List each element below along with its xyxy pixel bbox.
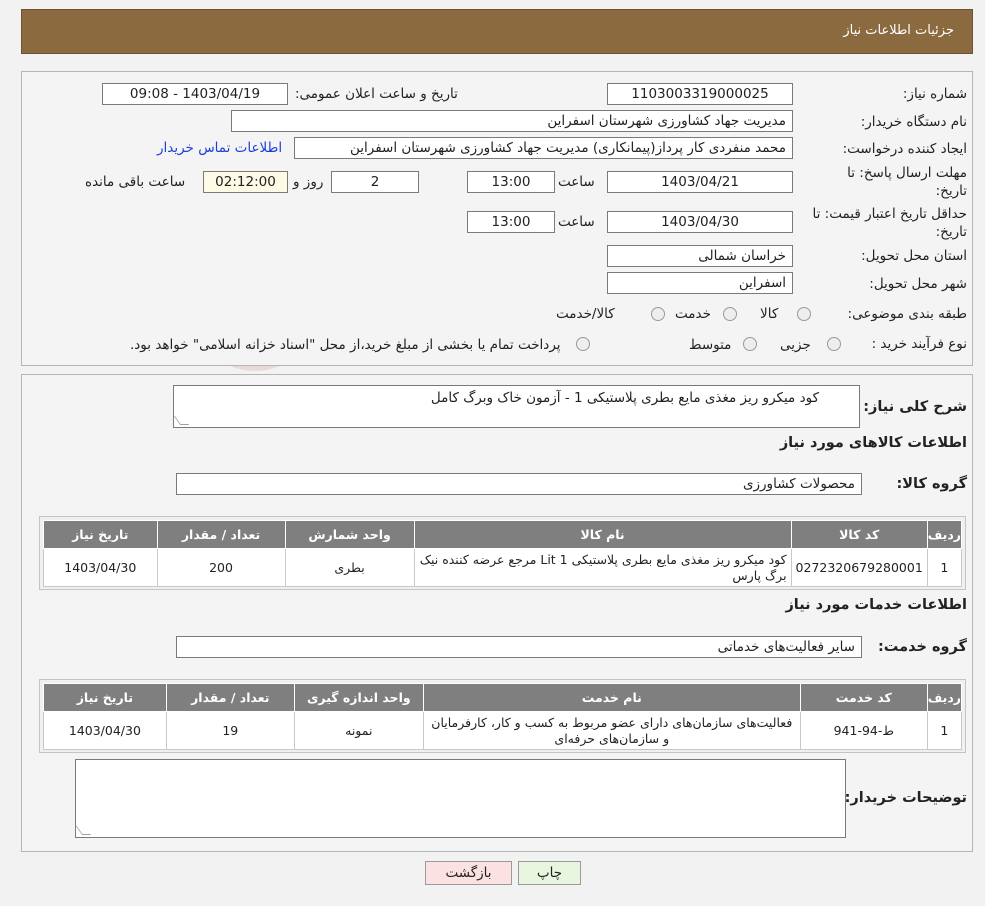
remaining-time-field: 02:12:00	[203, 171, 288, 193]
category-radio-goods-service[interactable]	[651, 307, 665, 321]
goods-cell-unit: بطری	[284, 548, 415, 587]
deadline-time-label: ساعت	[558, 174, 595, 190]
buyer-notes-label: توضیحات خریدار:	[844, 790, 967, 806]
resize-grip-icon[interactable]	[173, 416, 190, 425]
services-col-date: تاریخ نیاز	[43, 683, 167, 712]
creator-label: ایجاد کننده درخواست:	[842, 141, 967, 157]
deadline-label-date: تاریخ:	[935, 183, 967, 199]
goods-cell-name: کود میکرو ریز مغذی مایع بطری پلاستیکی Li…	[413, 548, 792, 587]
days-label: روز و	[293, 174, 324, 190]
goods-cell-code: 0272320679280001	[790, 548, 928, 587]
process-radio-minor[interactable]	[827, 337, 841, 351]
services-cell-unit: نمونه	[293, 711, 424, 750]
deadline-date-field: 1403/04/21	[607, 171, 793, 193]
resize-grip-icon[interactable]	[75, 826, 92, 835]
process-option-medium: متوسط	[689, 337, 732, 353]
service-group-field: سایر فعالیت‌های خدماتی	[176, 636, 862, 658]
category-option-goods: کالا	[760, 306, 779, 322]
process-note: پرداخت تمام یا بخشی از مبلغ خرید،از محل …	[130, 337, 561, 353]
services-section-title: اطلاعات خدمات مورد نیاز	[785, 597, 967, 613]
remaining-days-field: 2	[331, 171, 419, 193]
goods-cell-qty: 200	[156, 548, 286, 587]
process-option-minor: جزیی	[780, 337, 811, 353]
goods-group-label: گروه کالا:	[896, 476, 967, 492]
goods-group-field: محصولات کشاورزی	[176, 473, 862, 495]
page-header: جزئیات اطلاعات نیاز	[21, 9, 973, 54]
services-col-unit: واحد اندازه گیری	[293, 683, 424, 712]
category-label: طبقه بندی موضوعی:	[847, 306, 967, 322]
summary-textarea[interactable]: کود میکرو ریز مغذی مایع بطری پلاستیکی 1 …	[173, 385, 860, 428]
back-button[interactable]: بازگشت	[425, 861, 512, 885]
buyer-org-field: مدیریت جهاد کشاورزی شهرستان اسفراین	[231, 110, 793, 132]
table-row: 1 0272320679280001 کود میکرو ریز مغذی ما…	[43, 548, 963, 587]
remaining-time-label: ساعت باقی مانده	[85, 174, 186, 190]
buyer-org-label: نام دستگاه خریدار:	[860, 114, 967, 130]
category-option-service: خدمت	[675, 306, 711, 322]
validity-time-label: ساعت	[558, 214, 595, 230]
treasury-checkbox[interactable]	[576, 337, 590, 351]
category-option-goods-service: کالا/خدمت	[556, 306, 615, 322]
need-number-field: 1103003319000025	[607, 83, 793, 105]
process-radio-medium[interactable]	[743, 337, 757, 351]
summary-label: شرح کلی نیاز:	[863, 399, 967, 415]
category-radio-goods[interactable]	[797, 307, 811, 321]
goods-col-unit: واحد شمارش	[284, 520, 415, 549]
services-cell-code: ط-94-941	[799, 711, 928, 750]
services-col-name: نام خدمت	[422, 683, 801, 712]
table-row: 1 ط-94-941 فعالیت‌های سازمان‌های دارای ع…	[43, 711, 963, 750]
process-label: نوع فرآیند خرید :	[871, 336, 967, 352]
page-title: جزئیات اطلاعات نیاز	[843, 23, 954, 38]
validity-label: حداقل تاریخ اعتبار قیمت: تا	[812, 206, 967, 222]
province-label: استان محل تحویل:	[861, 248, 967, 264]
goods-col-date: تاریخ نیاز	[43, 520, 158, 549]
services-cell-date: 1403/04/30	[43, 711, 167, 750]
goods-table: ردیف کد کالا نام کالا واحد شمارش تعداد /…	[39, 516, 966, 590]
services-col-code: کد خدمت	[799, 683, 928, 712]
buyer-contact-link[interactable]: اطلاعات تماس خریدار	[157, 140, 282, 156]
validity-time-field: 13:00	[467, 211, 555, 233]
goods-col-row: ردیف	[926, 520, 963, 549]
creator-field: محمد منفردی کار پرداز(پیمانکاری) مدیریت …	[294, 137, 793, 159]
city-label: شهر محل تحویل:	[869, 276, 967, 292]
deadline-time-field: 13:00	[467, 171, 555, 193]
province-field: خراسان شمالی	[607, 245, 793, 267]
deadline-label: مهلت ارسال پاسخ: تا	[847, 165, 967, 181]
services-table: ردیف کد خدمت نام خدمت واحد اندازه گیری ت…	[39, 679, 966, 753]
service-group-label: گروه خدمت:	[877, 639, 967, 655]
validity-label-date: تاریخ:	[935, 224, 967, 240]
announce-date-field: 1403/04/19 - 09:08	[102, 83, 288, 105]
announce-date-label: تاریخ و ساعت اعلان عمومی:	[295, 86, 458, 102]
goods-section-title: اطلاعات کالاهای مورد نیاز	[779, 435, 967, 451]
goods-cell-row: 1	[926, 548, 963, 587]
need-number-label: شماره نیاز:	[902, 86, 967, 102]
services-cell-qty: 19	[165, 711, 295, 750]
services-cell-row: 1	[926, 711, 963, 750]
buyer-notes-textarea[interactable]	[75, 759, 846, 838]
services-col-qty: تعداد / مقدار	[165, 683, 295, 712]
goods-col-name: نام کالا	[413, 520, 792, 549]
goods-cell-date: 1403/04/30	[43, 548, 158, 587]
city-field: اسفراین	[607, 272, 793, 294]
summary-text: کود میکرو ریز مغذی مایع بطری پلاستیکی 1 …	[430, 390, 819, 406]
services-cell-name: فعالیت‌های سازمان‌های دارای عضو مربوط به…	[422, 711, 801, 750]
goods-col-code: کد کالا	[790, 520, 928, 549]
validity-date-field: 1403/04/30	[607, 211, 793, 233]
print-button[interactable]: چاپ	[518, 861, 581, 885]
goods-col-qty: تعداد / مقدار	[156, 520, 286, 549]
services-col-row: ردیف	[926, 683, 963, 712]
category-radio-service[interactable]	[723, 307, 737, 321]
